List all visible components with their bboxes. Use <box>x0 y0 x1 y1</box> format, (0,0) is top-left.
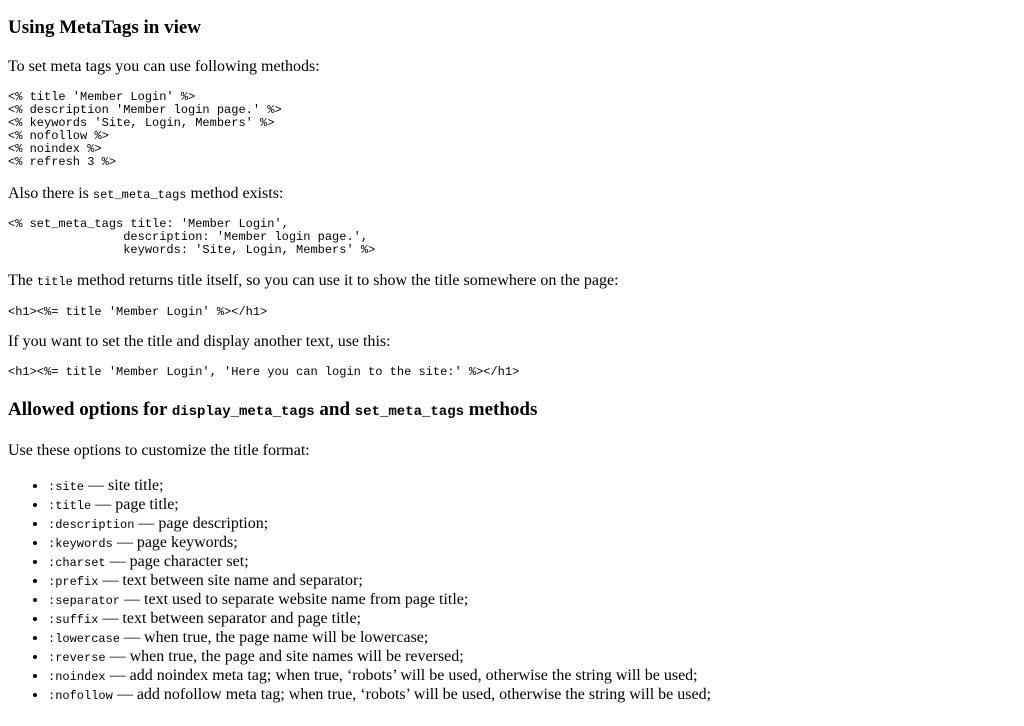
document-page: Using MetaTags in view To set meta tags … <box>0 17 1024 705</box>
also-text-after: method exists: <box>186 185 284 202</box>
code-block-h1-title: <h1><%= title 'Member Login' %></h1> <box>8 305 268 319</box>
list-item: :title — page title; <box>48 496 1016 515</box>
option-name: :keywords <box>48 537 113 551</box>
section-heading-using-metatags: Using MetaTags in view <box>8 17 202 38</box>
list-item: :lowercase — when true, the page name wi… <box>48 629 1016 648</box>
intro-paragraph: To set meta tags you can use following m… <box>8 58 320 75</box>
code-block-h1-title-text: <h1><%= title 'Member Login', 'Here you … <box>8 365 520 379</box>
section-heading-allowed-options: Allowed options for display_meta_tags an… <box>8 399 1016 423</box>
heading-code-display-meta-tags: display_meta_tags <box>171 404 315 420</box>
list-item: :reverse — when true, the page and site … <box>48 648 1016 667</box>
option-name: :suffix <box>48 613 99 627</box>
heading-text-before: Allowed options for <box>8 399 172 420</box>
option-description: — when true, the page and site names wil… <box>105 648 464 665</box>
code-block-methods: <% title 'Member Login' %> <% descriptio… <box>8 90 282 169</box>
list-item: :prefix — text between site name and sep… <box>48 572 1016 591</box>
option-description: — text used to separate website name fro… <box>120 591 469 608</box>
another-text-paragraph: If you want to set the title and display… <box>8 333 391 350</box>
option-description: — site title; <box>84 477 164 494</box>
list-item: :charset — page character set; <box>48 553 1016 572</box>
option-description: — text between separator and page title; <box>98 610 361 627</box>
option-description: — page title; <box>91 496 179 513</box>
option-name: :prefix <box>48 575 99 589</box>
option-name: :charset <box>48 556 106 570</box>
option-description: — text between site name and separator; <box>98 572 363 589</box>
option-name: :nofollow <box>48 689 113 703</box>
list-item: :separator — text used to separate websi… <box>48 591 1016 610</box>
options-intro-paragraph: Use these options to customize the title… <box>8 442 310 459</box>
also-text-before: Also there is <box>8 185 93 202</box>
also-paragraph: Also there is set_meta_tags method exist… <box>8 184 1016 205</box>
heading-code-set-meta-tags: set_meta_tags <box>354 404 464 420</box>
list-item: :nofollow — add nofollow meta tag; when … <box>48 686 1016 705</box>
title-method-paragraph: The title method returns title itself, s… <box>8 271 1016 292</box>
options-list: :site — site title; :title — page title;… <box>8 477 1016 705</box>
list-item: :site — site title; <box>48 477 1016 496</box>
list-item: :noindex — add noindex meta tag; when tr… <box>48 667 1016 686</box>
option-description: — page description; <box>134 515 269 532</box>
heading-text-mid: and <box>314 399 355 420</box>
option-description: — page keywords; <box>112 534 238 551</box>
option-name: :title <box>48 499 92 513</box>
inline-code-title: title <box>36 275 73 289</box>
option-description: — page character set; <box>105 553 249 570</box>
list-item: :suffix — text between separator and pag… <box>48 610 1016 629</box>
heading-text-after: methods <box>464 399 538 420</box>
code-block-set-meta-tags: <% set_meta_tags title: 'Member Login', … <box>8 217 376 257</box>
list-item: :keywords — page keywords; <box>48 534 1016 553</box>
option-name: :lowercase <box>48 632 121 646</box>
option-description: — when true, the page name will be lower… <box>120 629 429 646</box>
option-name: :reverse <box>48 651 106 665</box>
title-text-after: method returns title itself, so you can … <box>72 272 619 289</box>
option-name: :noindex <box>48 670 106 684</box>
inline-code-set-meta-tags: set_meta_tags <box>92 188 187 202</box>
option-name: :description <box>48 518 135 532</box>
option-description: — add nofollow meta tag; when true, ‘rob… <box>112 686 712 703</box>
title-text-before: The <box>8 272 37 289</box>
option-name: :separator <box>48 594 121 608</box>
option-name: :site <box>48 480 85 494</box>
option-description: — add noindex meta tag; when true, ‘robo… <box>105 667 698 684</box>
list-item: :description — page description; <box>48 515 1016 534</box>
